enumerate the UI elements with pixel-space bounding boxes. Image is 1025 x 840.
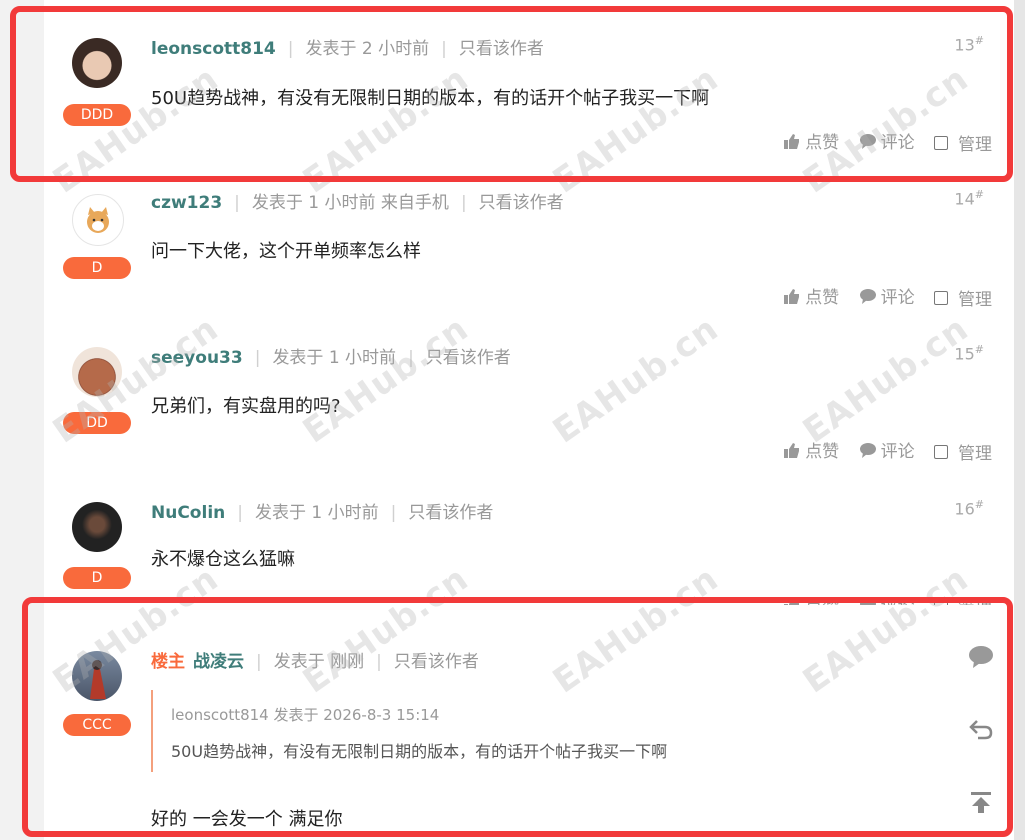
manage-checkbox[interactable]: [934, 444, 948, 459]
comment-button[interactable]: 评论: [859, 283, 915, 308]
manage-checkbox[interactable]: [934, 290, 948, 305]
manage-button[interactable]: 管理: [934, 285, 992, 310]
username-link[interactable]: seeyou33: [151, 348, 243, 368]
username-link[interactable]: NuColin: [151, 503, 225, 523]
user-level-badge: D: [63, 567, 131, 589]
post-actions: 点赞 评论 管理: [769, 437, 992, 464]
thumbs-up-icon: [784, 442, 800, 458]
floor-number: 15#: [954, 343, 984, 364]
view-author-link[interactable]: 只看该作者: [426, 348, 511, 368]
avatar[interactable]: [72, 347, 122, 397]
avatar[interactable]: [72, 194, 124, 246]
view-author-link[interactable]: 只看该作者: [408, 503, 493, 523]
username-link[interactable]: czw123: [151, 193, 222, 213]
post-time: 发表于 1 小时前: [272, 348, 397, 368]
shiba-icon: [87, 207, 109, 233]
post-15: DD seeyou33 | 发表于 1 小时前 | 只看该作者 15# 兄弟们，有实盘用…: [44, 325, 1004, 480]
floor-number: 14#: [954, 188, 984, 209]
post-time: 发表于 1 小时前 来自手机: [251, 193, 449, 213]
post-14: D czw123 | 发表于 1 小时前 来自手机 | 只看该作者 14# 问一下大佬，…: [44, 170, 1004, 325]
post-meta: czw123 | 发表于 1 小时前 来自手机 | 只看该作者: [151, 193, 564, 213]
highlight-box: [22, 597, 1013, 837]
user-level-badge: DD: [63, 412, 131, 434]
thumbs-up-icon: [784, 288, 800, 304]
highlight-box: [10, 6, 1013, 182]
post-meta: NuColin | 发表于 1 小时前 | 只看该作者: [151, 503, 494, 523]
comment-icon: [859, 288, 876, 304]
avatar[interactable]: [72, 502, 122, 552]
post-content: 永不爆仓这么猛嘛: [151, 549, 295, 570]
page-scrollbar[interactable]: [1014, 0, 1025, 840]
post-actions: 点赞 评论 管理: [769, 283, 992, 310]
post-content: 兄弟们，有实盘用的吗?: [151, 396, 341, 417]
user-level-badge: D: [63, 257, 131, 279]
view-author-link[interactable]: 只看该作者: [479, 193, 564, 213]
post-meta: seeyou33 | 发表于 1 小时前 | 只看该作者: [151, 348, 511, 368]
like-button[interactable]: 点赞: [783, 283, 839, 308]
floor-number: 16#: [954, 498, 984, 519]
comment-button[interactable]: 评论: [859, 437, 915, 462]
post-time: 发表于 1 小时前: [254, 503, 379, 523]
manage-button[interactable]: 管理: [934, 439, 992, 464]
comment-icon: [859, 442, 876, 458]
like-button[interactable]: 点赞: [783, 437, 839, 462]
post-content: 问一下大佬，这个开单频率怎么样: [151, 241, 421, 262]
